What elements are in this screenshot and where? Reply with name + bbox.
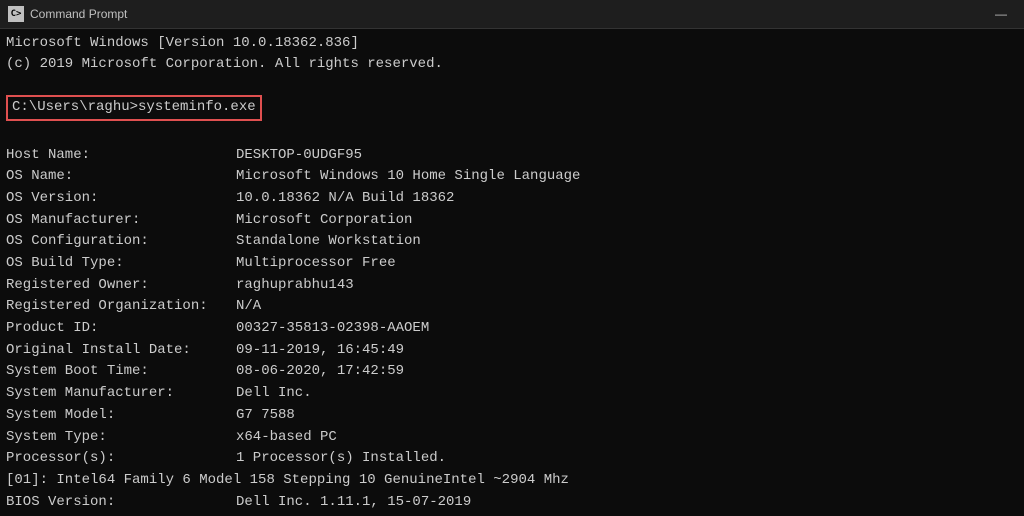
info-val: DESKTOP-0UDGF95 — [236, 145, 362, 167]
sysinfo-table: Host Name: DESKTOP-0UDGF95 OS Name: Micr… — [6, 145, 1018, 516]
info-continuation: [01]: Intel64 Family 6 Model 158 Steppin… — [6, 470, 569, 492]
info-row: OS Configuration: Standalone Workstation — [6, 231, 1018, 253]
info-row: Registered Owner: raghuprabhu143 — [6, 275, 1018, 297]
info-key: Processor(s): — [6, 448, 236, 470]
info-key: System Type: — [6, 427, 236, 449]
info-key: System Boot Time: — [6, 361, 236, 383]
info-key: Registered Organization: — [6, 296, 236, 318]
titlebar: C> Command Prompt — — [0, 0, 1024, 29]
info-val: N/A — [236, 296, 261, 318]
info-key: OS Manufacturer: — [6, 210, 236, 232]
cmd-icon: C> — [8, 6, 24, 22]
info-key: Host Name: — [6, 145, 236, 167]
info-key: Original Install Date: — [6, 340, 236, 362]
windows-version-line: Microsoft Windows [Version 10.0.18362.83… — [6, 33, 1018, 54]
info-val: 10.0.18362 N/A Build 18362 — [236, 188, 454, 210]
copyright-line: (c) 2019 Microsoft Corporation. All righ… — [6, 54, 1018, 75]
info-val: Microsoft Windows 10 Home Single Languag… — [236, 166, 580, 188]
info-row: Original Install Date: 09-11-2019, 16:45… — [6, 340, 1018, 362]
info-key: Product ID: — [6, 318, 236, 340]
info-val: 09-11-2019, 16:45:49 — [236, 340, 404, 362]
info-val: Microsoft Corporation — [236, 210, 412, 232]
info-val: 08-06-2020, 17:42:59 — [236, 361, 404, 383]
info-row: System Type: x64-based PC — [6, 427, 1018, 449]
info-row: OS Manufacturer: Microsoft Corporation — [6, 210, 1018, 232]
info-row: System Boot Time: 08-06-2020, 17:42:59 — [6, 361, 1018, 383]
info-val: Multiprocessor Free — [236, 253, 396, 275]
info-val: 00327-35813-02398-AAOEM — [236, 318, 429, 340]
info-key: System Manufacturer: — [6, 383, 236, 405]
command-line-box: C:\Users\raghu>systeminfo.exe — [6, 93, 1018, 123]
info-row: BIOS Version: Dell Inc. 1.11.1, 15-07-20… — [6, 492, 1018, 514]
info-row: Product ID: 00327-35813-02398-AAOEM — [6, 318, 1018, 340]
command-text: C:\Users\raghu>systeminfo.exe — [6, 95, 262, 121]
titlebar-controls: — — [986, 4, 1016, 24]
titlebar-left: C> Command Prompt — [8, 6, 127, 22]
minimize-button[interactable]: — — [986, 4, 1016, 24]
info-row: OS Build Type: Multiprocessor Free — [6, 253, 1018, 275]
info-key: Registered Owner: — [6, 275, 236, 297]
info-key: OS Version: — [6, 188, 236, 210]
info-key: OS Name: — [6, 166, 236, 188]
blank-line-2 — [6, 123, 1018, 141]
info-val: Standalone Workstation — [236, 231, 421, 253]
info-key: BIOS Version: — [6, 492, 236, 514]
info-val: Dell Inc. 1.11.1, 15-07-2019 — [236, 492, 471, 514]
info-key: OS Configuration: — [6, 231, 236, 253]
info-row: Processor(s): 1 Processor(s) Installed. — [6, 448, 1018, 470]
info-val: G7 7588 — [236, 405, 295, 427]
info-row: Registered Organization: N/A — [6, 296, 1018, 318]
info-val: x64-based PC — [236, 427, 337, 449]
info-row: OS Version: 10.0.18362 N/A Build 18362 — [6, 188, 1018, 210]
info-row: System Manufacturer: Dell Inc. — [6, 383, 1018, 405]
info-row: Host Name: DESKTOP-0UDGF95 — [6, 145, 1018, 167]
info-row: OS Name: Microsoft Windows 10 Home Singl… — [6, 166, 1018, 188]
info-row: System Model: G7 7588 — [6, 405, 1018, 427]
terminal-body: Microsoft Windows [Version 10.0.18362.83… — [0, 29, 1024, 516]
info-key: OS Build Type: — [6, 253, 236, 275]
info-val: raghuprabhu143 — [236, 275, 354, 297]
blank-line-1 — [6, 75, 1018, 93]
titlebar-title: Command Prompt — [30, 7, 127, 21]
info-row: [01]: Intel64 Family 6 Model 158 Steppin… — [6, 470, 1018, 492]
info-val: 1 Processor(s) Installed. — [236, 448, 446, 470]
info-val: Dell Inc. — [236, 383, 312, 405]
info-key: System Model: — [6, 405, 236, 427]
